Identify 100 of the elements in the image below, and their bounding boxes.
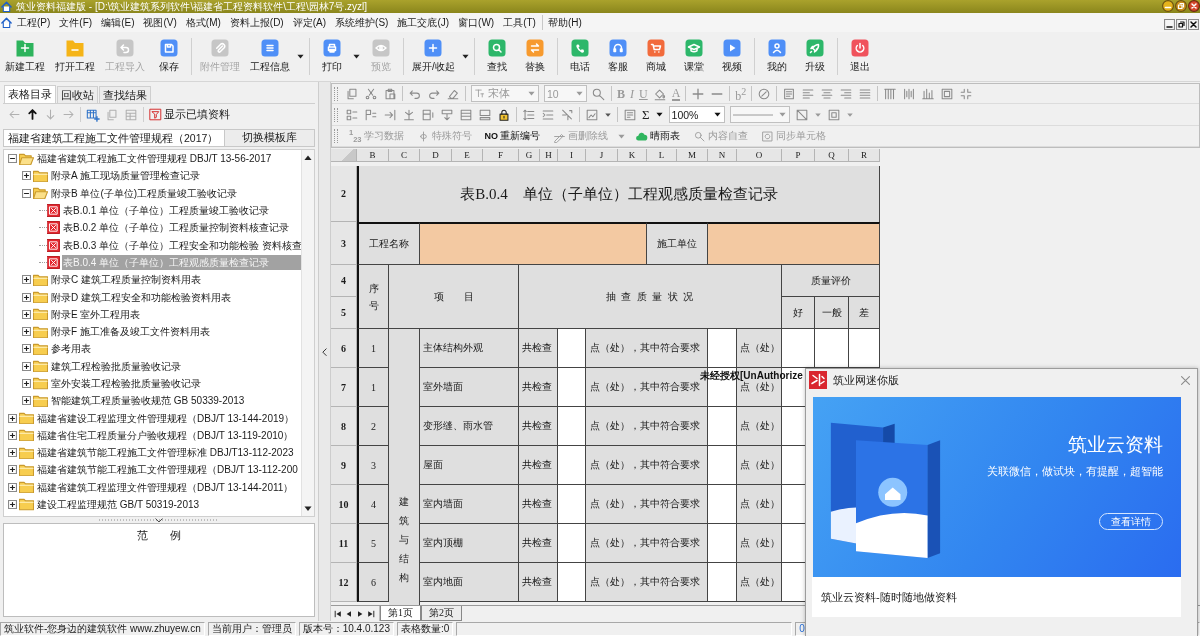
menu-item[interactable]: 窗口(W): [458, 15, 495, 30]
collapse-icon[interactable]: [8, 154, 17, 164]
corner-cell[interactable]: [331, 149, 357, 162]
tree-item[interactable]: 福建省建筑节能工程施工文件管理规程（DBJ/T 13-112-200: [36, 462, 299, 478]
toolbar-button[interactable]: 展开/收起: [407, 32, 460, 81]
input-cell[interactable]: [708, 563, 737, 602]
diagonal-arrow-icon[interactable]: [560, 108, 574, 122]
vertical-lines-icon[interactable]: [883, 86, 898, 101]
expand-icon[interactable]: [8, 465, 17, 475]
tree-item[interactable]: 附录D 建筑工程安全和功能检验资料用表: [50, 289, 232, 305]
lock-icon[interactable]: [497, 108, 511, 122]
caret-icon[interactable]: [604, 111, 612, 119]
table-plus-icon[interactable]: [86, 107, 100, 122]
toolbar-button[interactable]: 商城: [636, 32, 675, 81]
paint-bucket-icon[interactable]: [652, 86, 667, 101]
tree-item[interactable]: 表B.0.1 单位（子单位）工程质量竣工验收记录: [62, 203, 271, 219]
input-cell[interactable]: [558, 563, 586, 602]
table-column-icon[interactable]: [421, 108, 435, 122]
tab[interactable]: 查找结果: [99, 86, 151, 103]
menu-item[interactable]: 系统维护(S): [335, 15, 389, 30]
rating-cell[interactable]: [849, 329, 880, 368]
note-icon[interactable]: [623, 108, 637, 122]
diagonal-border-icon[interactable]: [794, 108, 809, 122]
input-cell[interactable]: [558, 446, 586, 485]
caret-icon[interactable]: [352, 52, 361, 61]
text-wrap-icon[interactable]: [782, 86, 797, 101]
expand-icon[interactable]: [22, 361, 31, 371]
input-cell[interactable]: [708, 407, 737, 446]
tab[interactable]: 表格目录: [4, 85, 56, 103]
minimize-icon[interactable]: [1162, 0, 1174, 12]
input-cell[interactable]: [708, 485, 737, 524]
chevron-left-icon[interactable]: [322, 348, 327, 357]
table-rows-icon[interactable]: [459, 108, 473, 122]
toolbar-button[interactable]: 打开工程: [50, 32, 100, 81]
menu-item[interactable]: 资料上报(D): [229, 15, 284, 30]
align-center-icon[interactable]: [820, 86, 835, 101]
column-bars-icon[interactable]: [902, 86, 917, 101]
tree-item[interactable]: 附录B 单位(子单位)工程质量竣工验收记录: [50, 185, 239, 201]
input-cell[interactable]: [708, 524, 737, 563]
menu-item[interactable]: 编辑(E): [101, 15, 135, 30]
indent-icon[interactable]: [541, 108, 555, 122]
frame-icon[interactable]: [940, 86, 955, 101]
scrollbar[interactable]: [301, 150, 314, 516]
expand-icon[interactable]: [22, 171, 31, 181]
toolbar-button[interactable]: 电话: [560, 32, 599, 81]
align-right-icon[interactable]: [839, 86, 854, 101]
tree-item[interactable]: 福建省建筑工程监理文件管理规程（DBJ/T 13-144-2011）: [36, 479, 295, 495]
expand-icon[interactable]: [22, 379, 31, 388]
tab[interactable]: 回收站: [57, 86, 98, 103]
tree-item[interactable]: 表B.0.2 单位（子单位）工程质量控制资料核查记录: [62, 220, 291, 236]
library-field[interactable]: 福建省建筑工程施工文件管理规程（2017）: [3, 129, 225, 147]
close-icon[interactable]: [1188, 19, 1199, 30]
next-page-icon[interactable]: [356, 609, 364, 618]
copy-icon[interactable]: [345, 86, 359, 101]
toolbar-button[interactable]: 替换: [515, 32, 554, 81]
project-name-field[interactable]: [420, 222, 647, 265]
first-page-icon[interactable]: [334, 609, 342, 618]
input-cell[interactable]: [558, 368, 586, 407]
tree-item[interactable]: 福建省建筑工程施工文件管理规程 DBJ/T 13-56-2017: [36, 151, 273, 167]
menu-item[interactable]: 格式(M): [185, 15, 221, 30]
sheet-tab[interactable]: 第1页: [380, 606, 421, 621]
tree-item[interactable]: 参考用表: [50, 341, 92, 357]
minimize-icon[interactable]: [1164, 19, 1175, 30]
toolbar-button[interactable]: 打印: [313, 32, 351, 81]
expand-icon[interactable]: [8, 430, 17, 440]
restore-icon[interactable]: [1175, 0, 1187, 12]
zoom-combo[interactable]: 100%: [668, 106, 725, 124]
expand-icon[interactable]: [22, 327, 31, 337]
input-cell[interactable]: [708, 446, 737, 485]
switch-library-button[interactable]: 切换模板库: [225, 129, 315, 147]
input-cell[interactable]: [558, 524, 586, 563]
restore-icon[interactable]: [1176, 19, 1187, 30]
contractor-field[interactable]: [708, 222, 880, 265]
tree-item[interactable]: 建设工程监理规范 GB/T 50319-2013: [36, 497, 201, 513]
tree-item[interactable]: 智能建筑工程质量验收规范 GB 50339-2013: [50, 393, 246, 409]
menu-item[interactable]: 施工交底(J): [397, 15, 450, 30]
tree-item[interactable]: 福建省住宅工程质量分户验收规程（DBJ/T 13-119-2010）: [36, 427, 295, 443]
input-cell[interactable]: [708, 329, 737, 368]
plus-icon[interactable]: [691, 86, 706, 101]
menu-item[interactable]: 视图(V): [143, 15, 177, 30]
tree-item[interactable]: 附录C 建筑工程质量控制资料用表: [50, 272, 202, 288]
expand-icon[interactable]: [22, 344, 31, 354]
expand-icon[interactable]: [8, 500, 17, 510]
toolbar-button[interactable]: 新建工程: [0, 32, 50, 81]
last-page-icon[interactable]: [367, 609, 375, 618]
arrow-up-icon[interactable]: [26, 108, 39, 121]
tree-item[interactable]: 建筑工程检验批质量验收记录: [50, 358, 182, 374]
justify-icon[interactable]: [858, 86, 873, 101]
toolbar-button[interactable]: 视频: [712, 32, 751, 81]
expand-icon[interactable]: [22, 275, 31, 285]
caret-icon[interactable]: [296, 52, 305, 61]
filter-button[interactable]: 显示已填资料: [149, 107, 230, 122]
magnifier-icon[interactable]: [592, 86, 606, 101]
expand-icon[interactable]: [8, 482, 17, 492]
toolbar-button[interactable]: 查找: [477, 32, 516, 81]
rating-cell[interactable]: [815, 329, 849, 368]
bars-icon[interactable]: [921, 86, 936, 101]
collapse-corners-icon[interactable]: [959, 86, 974, 101]
expand-icon[interactable]: [8, 448, 17, 458]
menu-item[interactable]: 工程(P): [17, 15, 51, 30]
